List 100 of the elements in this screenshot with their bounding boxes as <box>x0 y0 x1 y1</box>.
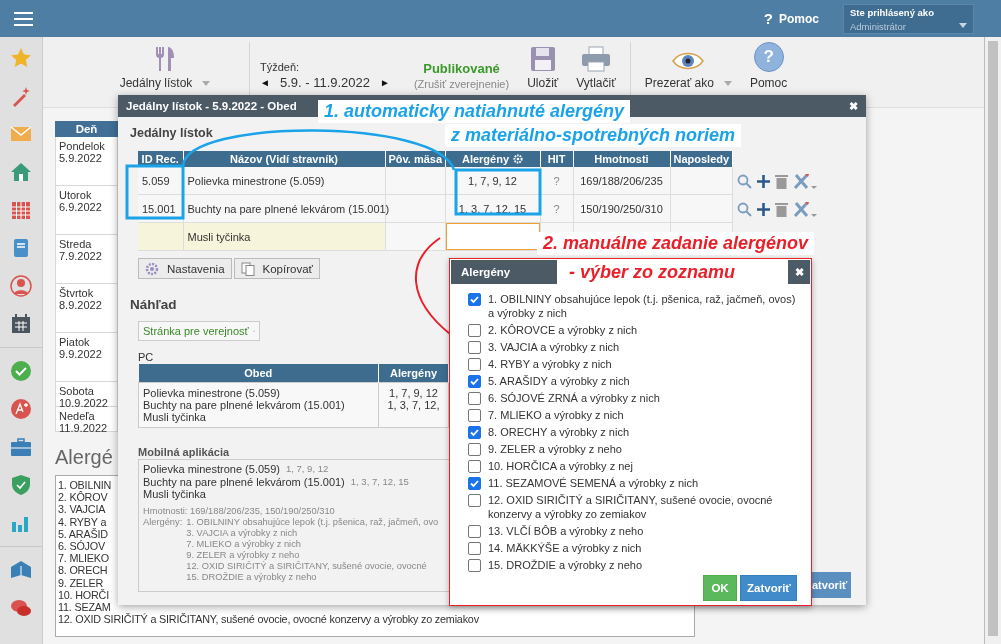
calendar-icon[interactable] <box>10 313 32 335</box>
checkbox[interactable] <box>468 409 481 422</box>
gear-icon[interactable] <box>513 154 524 164</box>
allergen-option[interactable]: 2. KÔROVCE a výrobky z nich <box>468 323 799 337</box>
day-cell: Piatok 9.9.2022 <box>55 333 118 382</box>
star-icon[interactable] <box>10 47 32 69</box>
allergen-option[interactable]: 6. SÓJOVÉ ZRNÁ a výrobky z nich <box>468 391 799 405</box>
dish-name: Buchty na pare plnené lekvárom (15.001) <box>143 399 346 411</box>
day-cell: Streda 7.9.2022 <box>55 235 118 284</box>
checkbox[interactable] <box>468 477 481 490</box>
checkbox[interactable] <box>468 324 481 337</box>
checkbox[interactable] <box>468 525 481 538</box>
allergen-numbers: 1, 7, 9, 12 <box>388 387 439 399</box>
settings-button[interactable]: Nastavenia <box>138 258 232 279</box>
grid-icon[interactable] <box>10 199 32 221</box>
allergen-numbers: 1, 3, 7, 12, <box>386 399 441 411</box>
audience-dropdown[interactable]: Stránka pre verejnosť <box>138 321 260 341</box>
allergen-line: 3. VAJCIA <box>58 503 106 516</box>
check-badge-icon[interactable] <box>10 360 32 382</box>
column-header: Deň <box>55 121 118 137</box>
help-button[interactable]: ? Pomoc <box>745 42 792 90</box>
column-header: Obed <box>138 364 379 383</box>
section-heading: Jedálny lístok <box>130 126 213 142</box>
checkbox[interactable] <box>468 559 481 572</box>
allergen-option[interactable]: 9. ZELER a výrobky z neho <box>468 442 799 456</box>
allergen-option[interactable]: 8. ORECHY a výrobky z nich <box>468 425 799 439</box>
caret-icon <box>723 80 732 86</box>
checkbox[interactable] <box>468 426 481 439</box>
allergen-option[interactable]: 12. OXID SIRIČITÝ a SIRIČITANY, sušené ovocie, ovocné konzervy a výrobky zo zemiakov <box>468 493 799 521</box>
allergen-option[interactable]: 14. MÄKKÝŠE a výrobky z nich <box>468 541 799 555</box>
preview-label: Mobilná aplikácia <box>138 446 230 458</box>
help-icon: ? <box>753 42 784 72</box>
allergen-line: 15. DROŽDIE a výrobky z neho <box>186 571 318 583</box>
checkbox[interactable] <box>468 392 481 405</box>
day-cell: Nedeľa 11.9.2022 <box>55 407 118 432</box>
copy-button[interactable]: Kopírovať <box>233 258 320 279</box>
section-heading: Alergé <box>55 446 113 469</box>
help-icon[interactable]: ? <box>763 10 773 27</box>
tools-icon[interactable] <box>792 200 817 218</box>
allergen-option[interactable]: 10. HORČICA a výrobky z nej <box>468 459 799 473</box>
shield-icon[interactable] <box>10 474 32 496</box>
allergen-option[interactable]: 15. DROŽDIE a výrobky z neho <box>468 558 799 572</box>
allergen-option[interactable]: 4. RYBY a výrobky z nich <box>468 357 799 371</box>
column-header: Naposledy <box>670 151 732 167</box>
close-button[interactable]: ✖ <box>788 260 810 284</box>
next-week-button[interactable]: ► <box>380 77 390 88</box>
allergen-option[interactable]: 11. SEZAMOVÉ SEMENÁ a výrobky z nich <box>468 476 799 490</box>
close-button[interactable]: ✖ <box>847 99 860 113</box>
save-button[interactable]: Uložiť <box>523 46 563 90</box>
person-icon[interactable] <box>10 275 32 297</box>
checkbox[interactable] <box>468 494 481 507</box>
previous-week-button[interactable]: ◄ <box>260 77 270 88</box>
allergen-numbers: 1, 3, 7, 12, 15 <box>350 475 409 488</box>
checkbox[interactable] <box>468 341 481 354</box>
grade-icon[interactable] <box>10 398 32 420</box>
view-as-dropdown[interactable]: Prezerať ako <box>640 50 736 90</box>
allergen-option[interactable]: 1. OBILNINY obsahujúce lepok (t.j. pšenica, raž, jačmeň, ovos) a výrobky z nich <box>468 292 799 320</box>
table-cell: ? <box>540 167 573 195</box>
day-cell: Sobota 10.9.2022 <box>55 382 118 407</box>
annotation-text: 1. automaticky natiahnuté alergény <box>318 100 631 123</box>
dish-name: Polievka minestrone (5.059) <box>143 463 280 476</box>
table-cell: Musli tyčinka <box>183 222 385 251</box>
dish-name: Polievka minestrone (5.059) <box>143 387 281 399</box>
checkbox[interactable] <box>468 460 481 473</box>
print-button[interactable]: Vytlačiť <box>572 46 620 90</box>
allergen-line: 1. OBILNINY obsahujúce lepok (t.j. pšenica, raž, jačmeň, ovo <box>186 516 439 528</box>
allergen-option[interactable]: 5. ARAŠIDY a výrobky z nich <box>468 374 799 388</box>
briefcase-icon[interactable] <box>10 436 32 458</box>
allergen-option[interactable]: 7. MLIEKO a výrobky z nich <box>468 408 799 422</box>
allergen-label: Alergény: <box>143 516 183 529</box>
close-button[interactable]: Zatvoriť <box>740 575 797 601</box>
add-icon[interactable] <box>756 202 770 216</box>
menu-icon[interactable] <box>14 11 33 26</box>
scrollbar[interactable] <box>985 37 1001 644</box>
dish-name: Musli tyčinka <box>143 411 207 423</box>
book-icon[interactable] <box>10 559 32 581</box>
allergen-line: 10. HORČI <box>58 588 109 602</box>
table-cell: Polievka minestrone (5.059) <box>183 167 385 195</box>
menu-dropdown[interactable]: Jedálny lístok <box>91 46 239 90</box>
checkbox[interactable] <box>468 358 481 371</box>
allergen-option[interactable]: 13. VLČÍ BÔB a výrobky z neho <box>468 524 799 538</box>
column-header: Pôv. mäsa <box>385 151 445 167</box>
allergen-numbers: 1, 7, 9, 12 <box>285 463 329 476</box>
cutlery-icon <box>154 46 176 72</box>
help-link[interactable]: Pomoc <box>779 11 819 26</box>
table-cell: 169/188/206/235 <box>573 167 670 195</box>
checkbox[interactable] <box>468 375 481 388</box>
checkbox[interactable] <box>468 542 481 555</box>
checkbox[interactable] <box>468 293 481 306</box>
section-heading: Náhľad <box>130 297 177 312</box>
annotation-text: 2. manuálne zadanie alergénov <box>537 232 815 255</box>
checkbox[interactable] <box>468 443 481 456</box>
caret-icon <box>202 80 211 86</box>
user-dropdown[interactable]: Ste prihlásený ako Administrátor <box>843 3 974 34</box>
add-icon[interactable] <box>756 174 770 188</box>
chat-icon[interactable] <box>10 597 32 619</box>
house-icon[interactable] <box>10 161 32 183</box>
allergen-line: 4. RYBY a <box>58 515 107 528</box>
allergen-option[interactable]: 3. VAJCIA a výrobky z nich <box>468 340 799 354</box>
tools-icon[interactable] <box>792 172 817 190</box>
